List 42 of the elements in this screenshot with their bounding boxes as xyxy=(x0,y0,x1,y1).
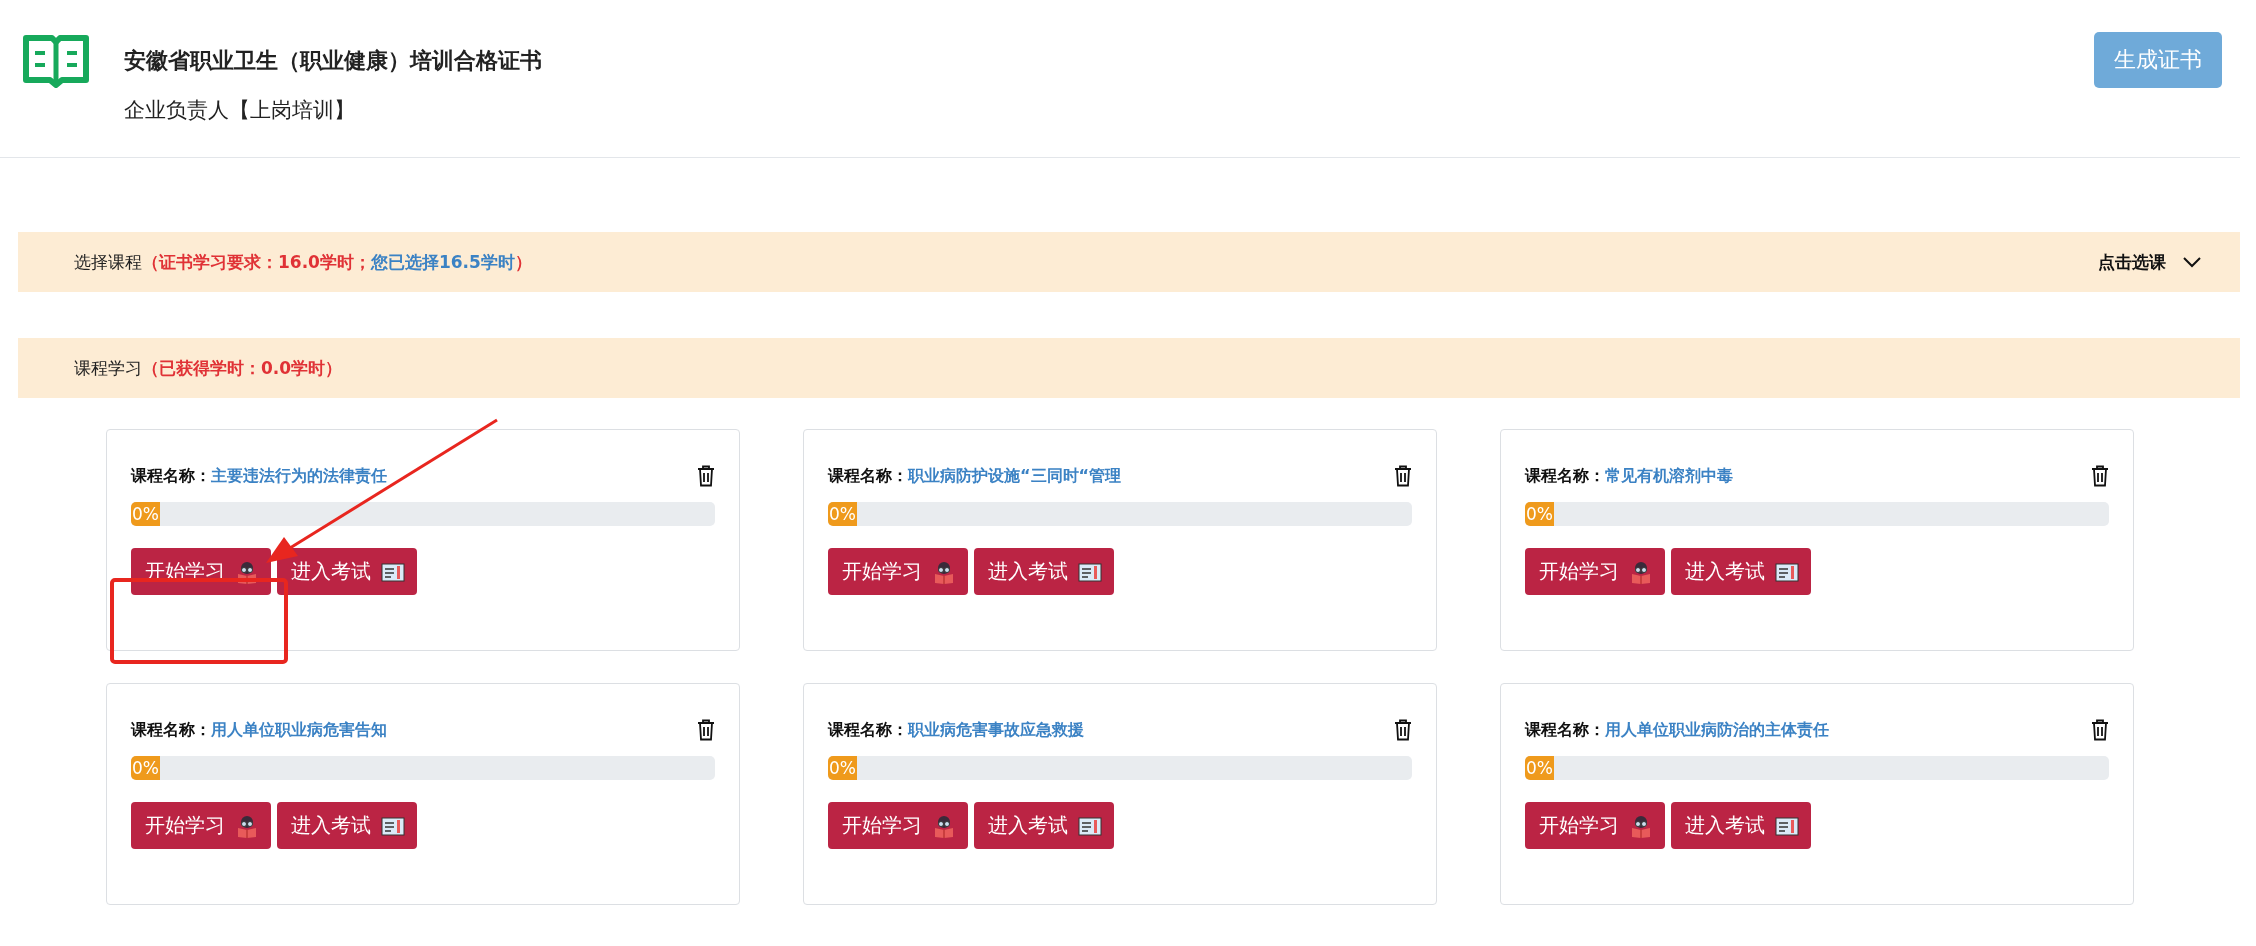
enter-exam-button[interactable]: 进入考试 xyxy=(974,548,1114,595)
trash-icon[interactable] xyxy=(697,719,715,741)
reading-person-icon xyxy=(1629,559,1653,584)
trash-icon[interactable] xyxy=(697,465,715,487)
book-icon xyxy=(22,34,90,88)
chevron-down-icon xyxy=(2182,256,2202,268)
enter-exam-button[interactable]: 进入考试 xyxy=(277,548,417,595)
certificate-title: 安徽省职业卫生（职业健康）培训合格证书 xyxy=(124,47,542,75)
progress-percent: 0% xyxy=(131,758,160,778)
course-name: 课程名称：职业病危害事故应急救援 xyxy=(828,719,1084,741)
reading-person-icon xyxy=(1629,813,1653,838)
enter-exam-button[interactable]: 进入考试 xyxy=(1671,802,1811,849)
progress-percent: 0% xyxy=(131,504,160,524)
progress-percent: 0% xyxy=(1525,758,1554,778)
course-name: 课程名称：用人单位职业病防治的主体责任 xyxy=(1525,719,1829,741)
reading-person-icon xyxy=(235,813,259,838)
reading-person-icon xyxy=(932,559,956,584)
start-learning-button[interactable]: 开始学习 xyxy=(131,802,271,849)
reading-person-icon xyxy=(235,559,259,584)
enter-exam-button[interactable]: 进入考试 xyxy=(1671,548,1811,595)
course-name: 课程名称：常见有机溶剂中毒 xyxy=(1525,465,1733,487)
course-name: 课程名称：职业病防护设施“三同时“管理 xyxy=(828,465,1122,487)
course-name: 课程名称：用人单位职业病危害告知 xyxy=(131,719,387,741)
trash-icon[interactable] xyxy=(2091,719,2109,741)
start-learning-button[interactable]: 开始学习 xyxy=(828,548,968,595)
select-course-summary: 选择课程（证书学习要求：16.0学时；您已选择16.5学时） xyxy=(74,250,532,274)
progress-percent: 0% xyxy=(1525,504,1554,524)
reading-person-icon xyxy=(932,813,956,838)
enter-exam-button[interactable]: 进入考试 xyxy=(974,802,1114,849)
progress-percent: 0% xyxy=(828,758,857,778)
course-name: 课程名称：主要违法行为的法律责任 xyxy=(131,465,387,487)
trash-icon[interactable] xyxy=(1394,465,1412,487)
progress-percent: 0% xyxy=(828,504,857,524)
trash-icon[interactable] xyxy=(1394,719,1412,741)
choose-courses-toggle[interactable]: 点击选课 xyxy=(2098,250,2202,274)
certificate-subtitle: 企业负责人【上岗培训】 xyxy=(124,97,356,124)
course-study-summary: 课程学习（已获得学时：0.0学时） xyxy=(74,356,343,380)
start-learning-button[interactable]: 开始学习 xyxy=(1525,802,1665,849)
trash-icon[interactable] xyxy=(2091,465,2109,487)
start-learning-button[interactable]: 开始学习 xyxy=(828,802,968,849)
start-learning-button[interactable]: 开始学习 xyxy=(1525,548,1665,595)
enter-exam-button[interactable]: 进入考试 xyxy=(277,802,417,849)
